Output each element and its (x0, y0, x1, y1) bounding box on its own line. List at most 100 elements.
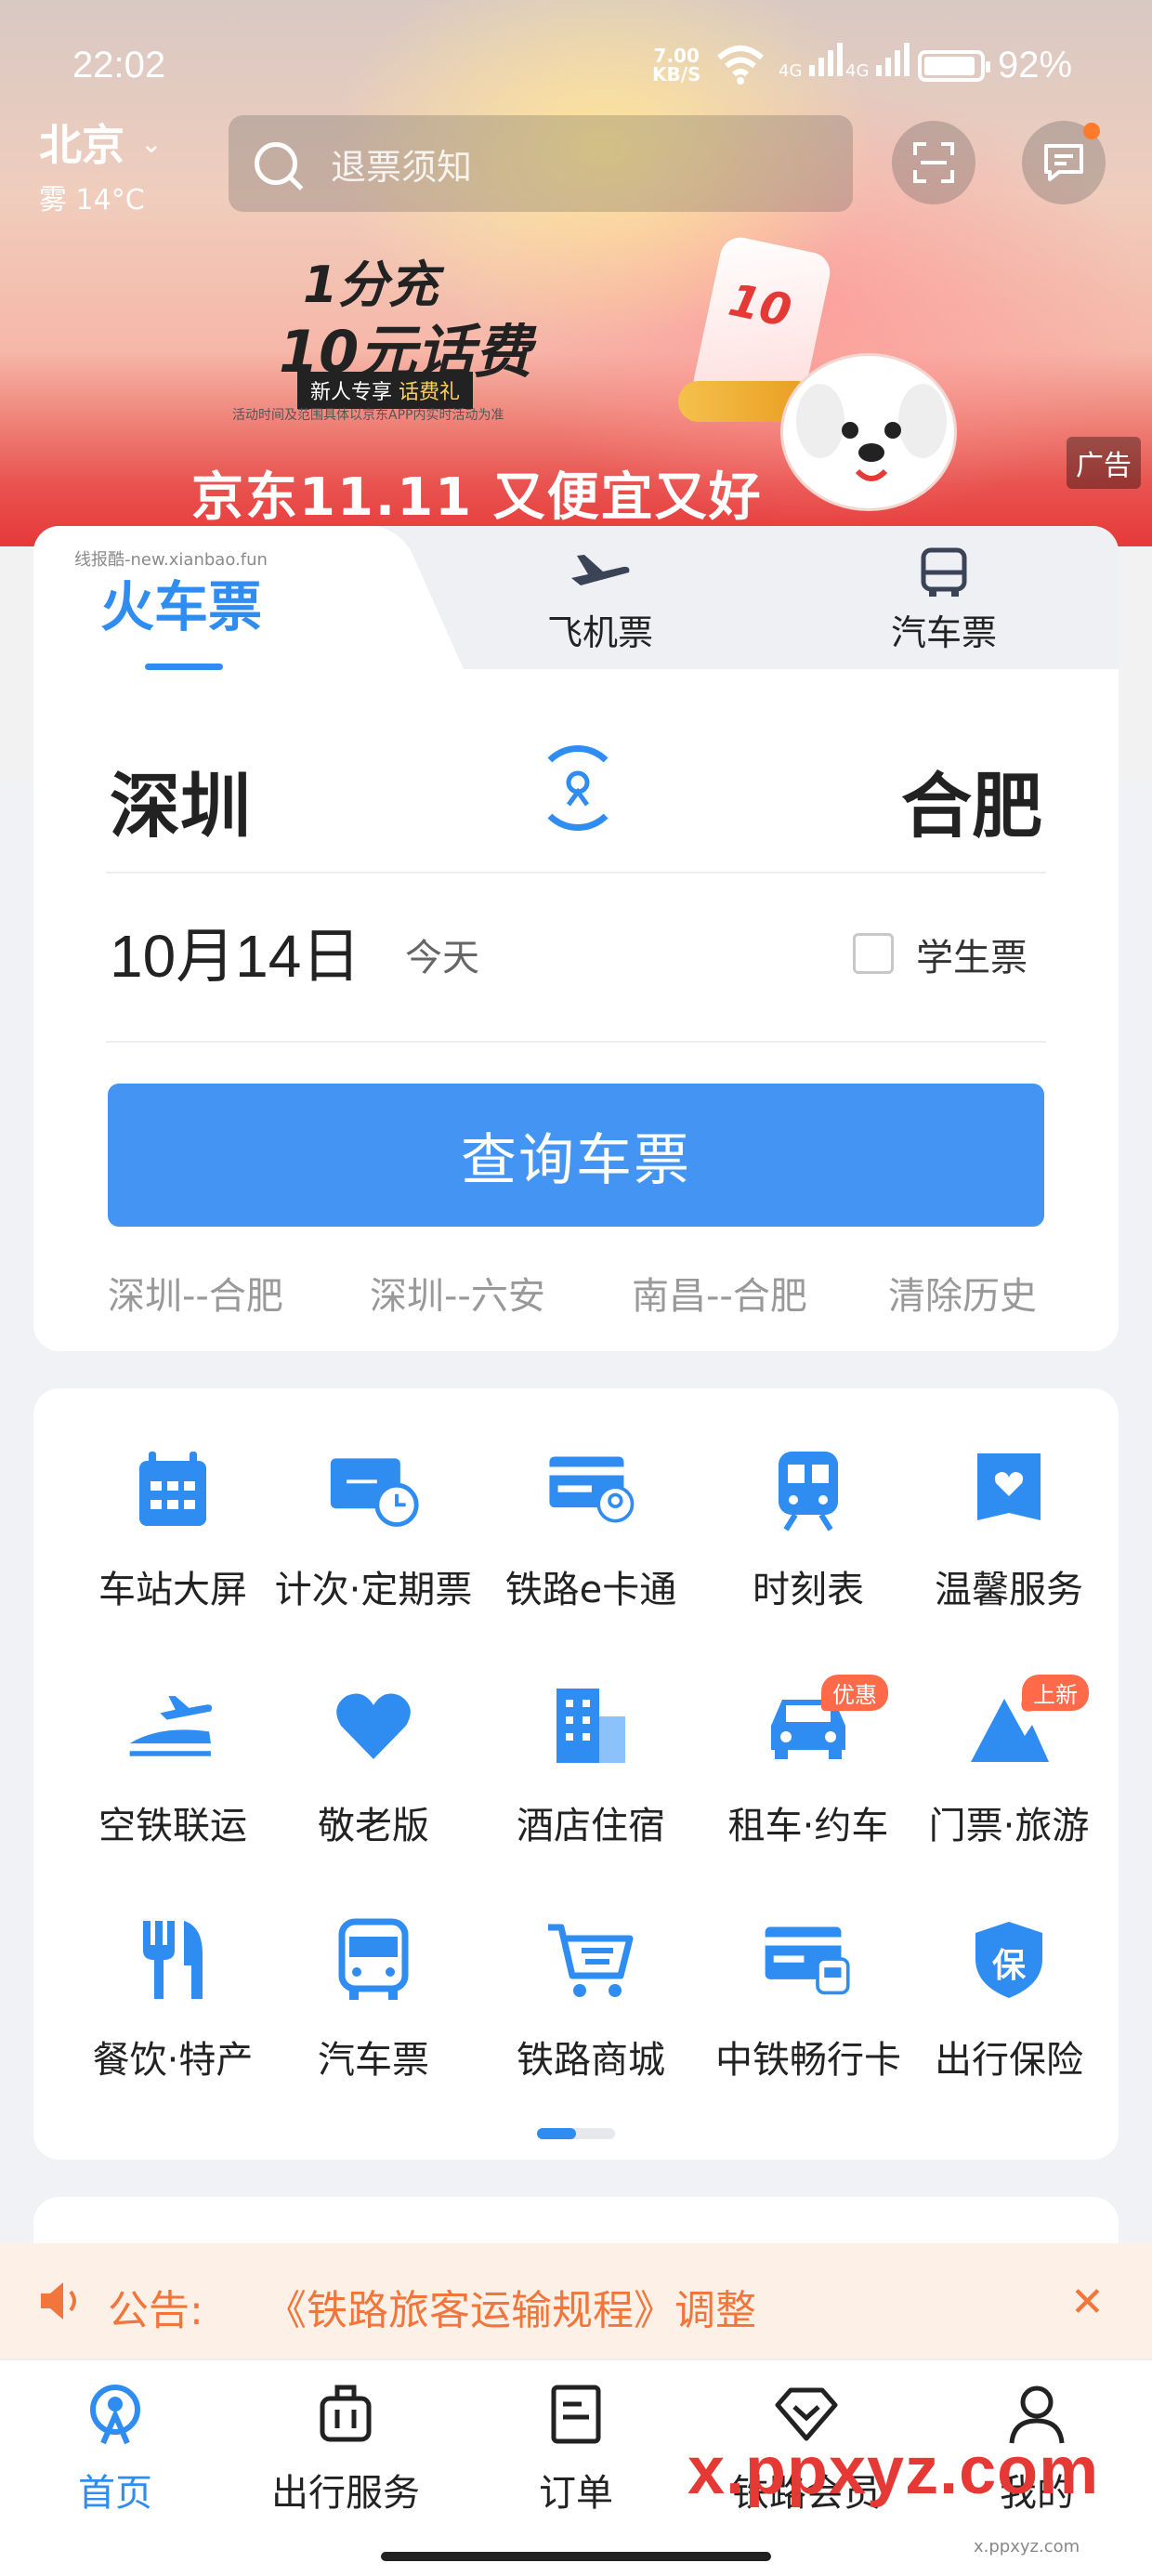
calendar-board-icon (126, 1448, 219, 1531)
service-label: 铁路商城 (517, 2039, 665, 2082)
service-label: 租车·约车 (727, 1805, 889, 1847)
services-grid: 车站大屏 计次·定期票 铁路e卡通 时刻表 温馨服务 空铁联运 敬老版 酒店住宿… (33, 1388, 1119, 2160)
weather-info: 雾 14°C (39, 184, 145, 217)
status-time: 22:02 (72, 45, 166, 85)
speaker-icon (41, 2282, 76, 2320)
home-indicator: x.ppxyz.com (0, 2530, 1152, 2576)
page-indicator (537, 2128, 615, 2139)
plane-train-icon (126, 1684, 219, 1768)
mountain-icon: 上新 (962, 1675, 1089, 1768)
tab-bus-label: 汽车票 (890, 612, 997, 653)
fork-knife-icon (126, 1918, 219, 2002)
promo-tag-left: 新人专享 (310, 381, 393, 404)
student-ticket-label[interactable]: 学生票 (916, 927, 1028, 981)
status-bar: 22:02 7.00 KB/S 4G 4G 92% (0, 37, 1152, 102)
service-car-rental[interactable]: 优惠 租车·约车 (697, 1675, 920, 1849)
active-tab-indicator (145, 664, 223, 670)
divider (106, 1041, 1046, 1043)
message-icon (1044, 144, 1083, 181)
close-icon[interactable]: ✕ (1070, 2279, 1105, 2326)
luggage-icon (243, 2379, 448, 2450)
message-button[interactable] (1022, 121, 1106, 204)
service-rail-mall[interactable]: 铁路商城 (479, 1918, 702, 2083)
order-icon (474, 2379, 678, 2450)
mascot-dog-image (780, 353, 957, 511)
notice-text[interactable]: 《铁路旅客运输规程》调整 (266, 2277, 756, 2336)
new-badge: 上新 (1022, 1675, 1089, 1711)
shield-insurance-glyph: 保 (991, 1947, 1026, 1985)
divider (106, 872, 1046, 874)
net-speed: 7.00 KB/S (652, 45, 701, 85)
ad-label: 广告 (1067, 437, 1141, 489)
nav-home[interactable]: 首页 (13, 2379, 217, 2517)
from-station[interactable]: 深圳 (110, 749, 251, 851)
service-label: 中铁畅行卡 (715, 2039, 901, 2082)
clear-history-button[interactable]: 清除历史 (888, 1266, 1037, 1320)
signal-2-icon: 4G (845, 43, 911, 81)
service-period-ticket[interactable]: 计次·定期票 (262, 1448, 485, 1613)
history-item[interactable]: 深圳--合肥 (108, 1266, 283, 1320)
service-tickets-travel[interactable]: 上新 门票·旅游 (897, 1675, 1120, 1849)
site-watermark: x.ppxyz.com (687, 2434, 1100, 2508)
nav-label: 出行服务 (271, 2472, 420, 2515)
search-icon (255, 142, 297, 185)
service-timetable[interactable]: 时刻表 (697, 1448, 920, 1613)
service-label: 温馨服务 (935, 1569, 1083, 1611)
train-front-icon (762, 1448, 855, 1531)
service-care[interactable]: 温馨服务 (897, 1448, 1120, 1613)
plane-icon (507, 546, 693, 598)
history-item[interactable]: 南昌--合肥 (632, 1266, 807, 1320)
service-label: 车站大屏 (98, 1569, 247, 1611)
nav-travel-services[interactable]: 出行服务 (243, 2379, 448, 2517)
promo-tag: 新人专享 话费礼 (297, 372, 474, 409)
history-item[interactable]: 深圳--六安 (370, 1266, 545, 1320)
service-bus[interactable]: 汽车票 (262, 1918, 485, 2083)
service-label: 空铁联运 (98, 1805, 247, 1847)
promo-small-print: 活动时间及范围具体以京东APP内实时活动为准 (232, 408, 504, 423)
service-elderly-mode[interactable]: 敬老版 (262, 1684, 485, 1849)
service-label: 出行保险 (935, 2039, 1083, 2082)
service-air-rail[interactable]: 空铁联运 (61, 1684, 284, 1849)
service-food[interactable]: 餐饮·特产 (61, 1918, 284, 2083)
battery-percent: 92% (998, 45, 1073, 85)
service-insurance[interactable]: 保 出行保险 (897, 1918, 1120, 2083)
notice-bar[interactable]: 公告: 《铁路旅客运输规程》调整 ✕ (0, 2243, 1152, 2359)
site-watermark-small: x.ppxyz.com (974, 2537, 1080, 2556)
search-input[interactable]: 退票须知 (229, 115, 853, 212)
search-history: 深圳--合肥 深圳--六安 南昌--合肥 清除历史 (108, 1266, 1044, 1318)
nav-label: 订单 (539, 2472, 613, 2515)
service-station-screen[interactable]: 车站大屏 (61, 1448, 284, 1613)
swap-stations-icon[interactable] (535, 745, 621, 831)
signal-1-icon: 4G (779, 43, 844, 81)
service-rail-ecard[interactable]: 铁路e卡通 (479, 1448, 702, 1613)
departure-date[interactable]: 10月14日 (110, 909, 360, 994)
service-rail-pass[interactable]: 中铁畅行卡 (697, 1918, 920, 2083)
service-label: 餐饮·特产 (92, 2039, 254, 2082)
tab-plane[interactable]: 飞机票 (507, 546, 693, 655)
service-label: 酒店住宿 (517, 1805, 665, 1847)
battery-icon (918, 50, 990, 82)
bus-icon (327, 1918, 420, 2002)
service-hotel[interactable]: 酒店住宿 (479, 1684, 702, 1849)
search-tickets-button[interactable]: 查询车票 (108, 1084, 1044, 1227)
shield-insurance-icon: 保 (962, 1918, 1055, 2002)
departure-day-label: 今天 (405, 937, 479, 979)
tab-train-label[interactable]: 火车票 (100, 563, 262, 641)
rail-card-icon (544, 1448, 637, 1531)
promo-tag-right: 话费礼 (399, 381, 461, 404)
discount-badge: 优惠 (821, 1675, 888, 1711)
home-rail-icon (13, 2379, 217, 2450)
service-label: 门票·旅游 (928, 1805, 1090, 1847)
heart-icon (327, 1684, 420, 1768)
city-selector[interactable]: 北京 ⌄ 雾 14°C (39, 112, 163, 217)
tab-bus[interactable]: 汽车票 (851, 546, 1037, 655)
home-bar[interactable] (381, 2552, 771, 2561)
student-ticket-checkbox[interactable] (853, 933, 894, 974)
to-station[interactable]: 合肥 (901, 749, 1042, 851)
car-icon: 优惠 (762, 1675, 888, 1768)
service-label: 计次·定期票 (274, 1569, 473, 1611)
tab-plane-label: 飞机票 (546, 612, 653, 653)
nav-orders[interactable]: 订单 (474, 2379, 678, 2517)
cart-icon (544, 1918, 637, 2002)
scan-button[interactable] (892, 121, 975, 204)
